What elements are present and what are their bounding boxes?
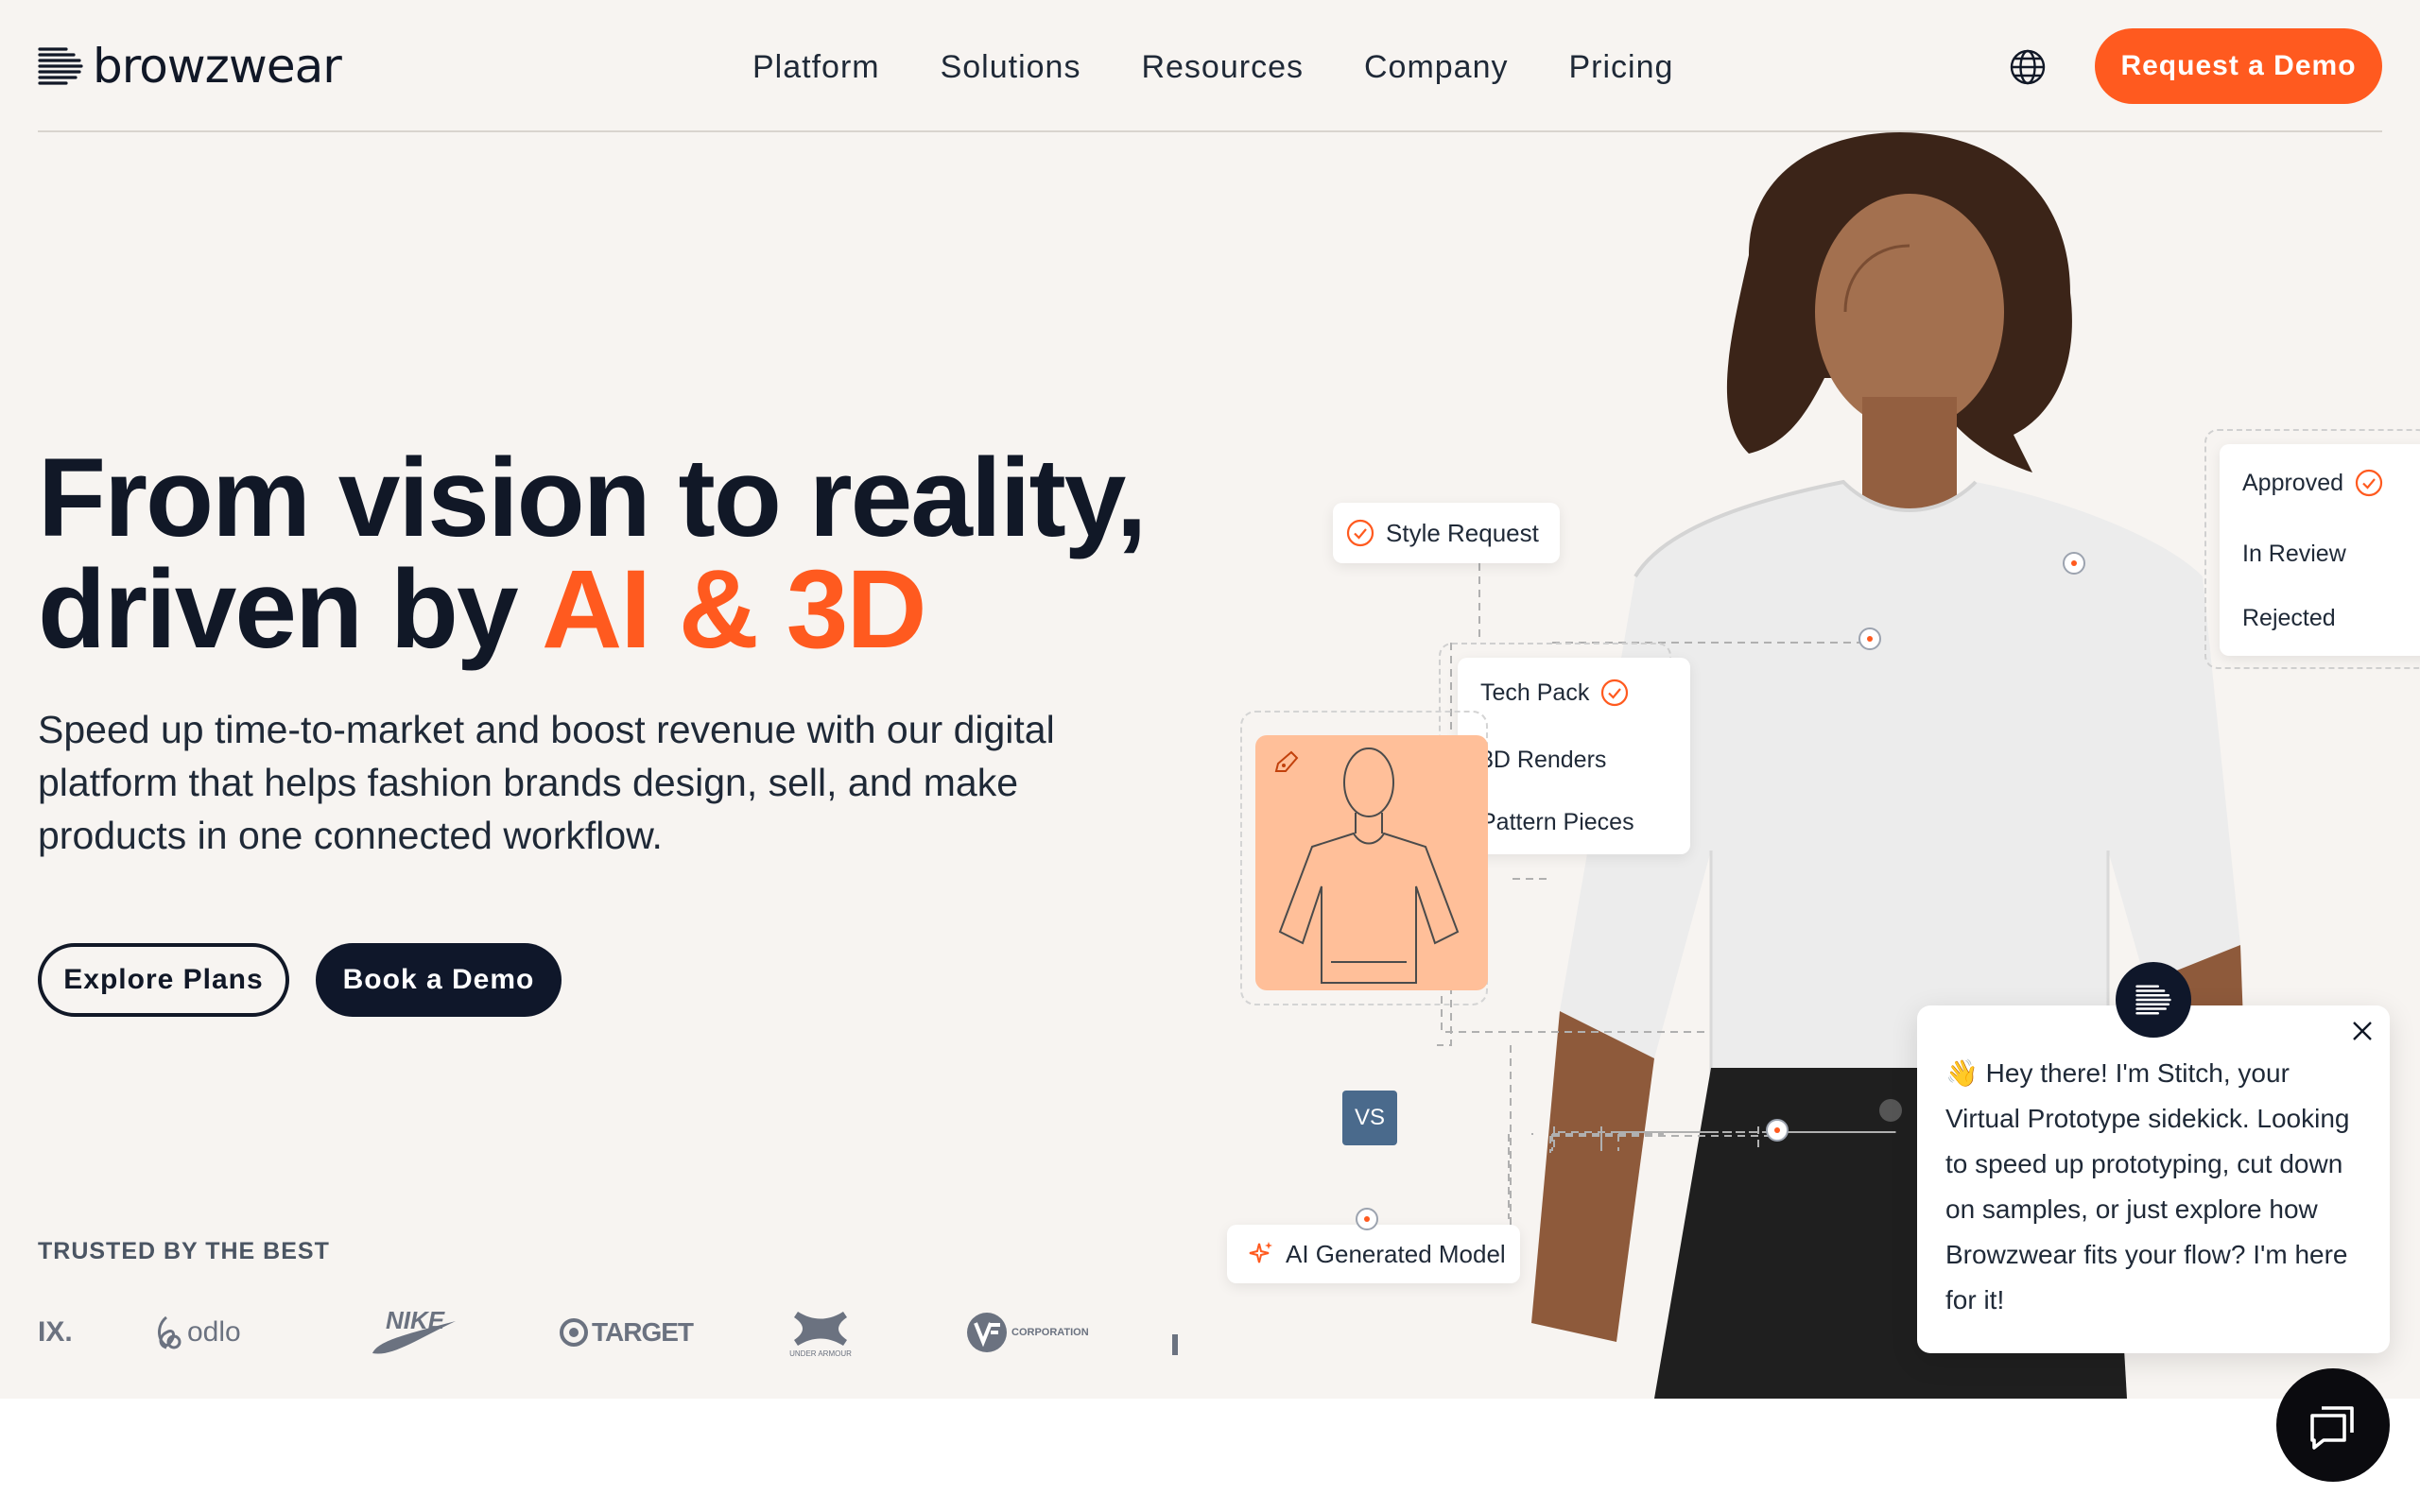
headline-accent: AI & 3D xyxy=(542,547,927,672)
tech-pack-row: Tech Pack xyxy=(1480,679,1629,707)
odlo-mark-icon xyxy=(158,1315,182,1349)
hotspot-dot[interactable] xyxy=(1766,1119,1789,1142)
brand-logo-nike: NIKE xyxy=(369,1295,459,1370)
brand-logo[interactable]: browzwear xyxy=(38,38,342,94)
check-circle-icon xyxy=(1601,679,1629,707)
ai-generated-model-card: AI Generated Model xyxy=(1227,1225,1520,1283)
vs-badge: VS xyxy=(1342,1091,1397,1145)
nav-pricing[interactable]: Pricing xyxy=(1569,49,1674,86)
browzwear-logo-icon xyxy=(2135,985,2171,1015)
chat-bubble-icon xyxy=(2310,1406,2354,1450)
request-demo-button[interactable]: Request a Demo xyxy=(2095,28,2382,104)
headline-line-2-prefix: driven by xyxy=(38,547,543,672)
brand-logo-vf: CORPORATION xyxy=(966,1295,1089,1370)
nav-resources[interactable]: Resources xyxy=(1141,49,1304,86)
globe-icon[interactable] xyxy=(2008,47,2048,87)
logos-scroll-indicator xyxy=(1172,1334,1178,1355)
sparkle-icon xyxy=(1249,1242,1272,1263)
target-mark-icon xyxy=(560,1318,588,1347)
headline-line-2: driven by AI & 3D xyxy=(38,554,1210,665)
chat-launcher-button[interactable] xyxy=(2276,1368,2390,1482)
check-circle-icon xyxy=(2355,469,2383,497)
ai-generated-model-label: AI Generated Model xyxy=(1286,1239,1506,1268)
hero-headline: From vision to reality, driven by AI & 3… xyxy=(38,442,1210,665)
hotspot-dot[interactable] xyxy=(1858,627,1881,650)
vs-label: VS xyxy=(1354,1105,1385,1130)
chat-message: 👋 Hey there! I'm Stitch, your Virtual Pr… xyxy=(1945,1051,2361,1323)
hotspot-dot[interactable] xyxy=(2063,552,2085,575)
renders-3d-label: 3D Renders xyxy=(1480,747,1607,773)
main-nav: Platform Solutions Resources Company Pri… xyxy=(752,43,1673,91)
explore-plans-button[interactable]: Explore Plans xyxy=(38,943,289,1017)
browzwear-logo-icon xyxy=(38,47,83,85)
brand-logo-odlo: odlo xyxy=(149,1295,241,1370)
pattern-pieces-label: Pattern Pieces xyxy=(1480,809,1634,835)
wave-emoji: 👋 xyxy=(1945,1058,1979,1088)
vf-mark-icon xyxy=(967,1313,1007,1352)
nav-solutions[interactable]: Solutions xyxy=(941,49,1081,86)
hotspot-dot[interactable] xyxy=(1356,1208,1378,1230)
trusted-label: TRUSTED BY THE BEST xyxy=(38,1238,330,1264)
stitch-avatar xyxy=(2116,962,2191,1038)
under-armour-mark-icon xyxy=(794,1311,847,1346)
check-circle-icon xyxy=(1346,519,1374,547)
nike-swoosh-icon: NIKE xyxy=(372,1306,456,1354)
nav-company[interactable]: Company xyxy=(1364,49,1509,86)
close-icon[interactable] xyxy=(2350,1019,2375,1043)
headline-line-1: From vision to reality, xyxy=(38,436,1147,560)
pen-tool-icon xyxy=(1274,750,1299,772)
status-review-label: In Review xyxy=(2242,541,2346,567)
brand-logo-ix: IX. xyxy=(38,1316,73,1348)
style-request-card: Style Request xyxy=(1333,503,1560,563)
hero-subhead: Speed up time-to-market and boost revenu… xyxy=(38,708,1055,857)
site-header: browzwear Platform Solutions Resources C… xyxy=(0,0,2420,132)
tech-pack-label: Tech Pack xyxy=(1480,679,1590,706)
book-demo-button[interactable]: Book a Demo xyxy=(316,943,562,1017)
approval-status-card: Approved In Review Rejected xyxy=(2220,444,2420,656)
status-approved-row: Approved xyxy=(2242,469,2383,497)
brand-logo-under-armour: UNDER ARMOUR xyxy=(785,1295,856,1370)
style-request-label: Style Request xyxy=(1386,518,1539,547)
brand-name: browzwear xyxy=(93,39,342,94)
status-rejected-label: Rejected xyxy=(2242,605,2336,631)
brand-logo-target: TARGET xyxy=(560,1295,694,1370)
tech-pack-card: Tech Pack 3D Renders Pattern Pieces xyxy=(1458,658,1690,854)
status-approved-label: Approved xyxy=(2242,469,2344,496)
brand-logos-row: IX. odlo NIKE TARGET UNDER ARMOUR CORPOR… xyxy=(38,1295,1191,1370)
nav-platform[interactable]: Platform xyxy=(752,49,880,86)
sketch-card xyxy=(1255,735,1488,990)
chat-message-text: Hey there! I'm Stitch, your Virtual Prot… xyxy=(1945,1058,2350,1314)
